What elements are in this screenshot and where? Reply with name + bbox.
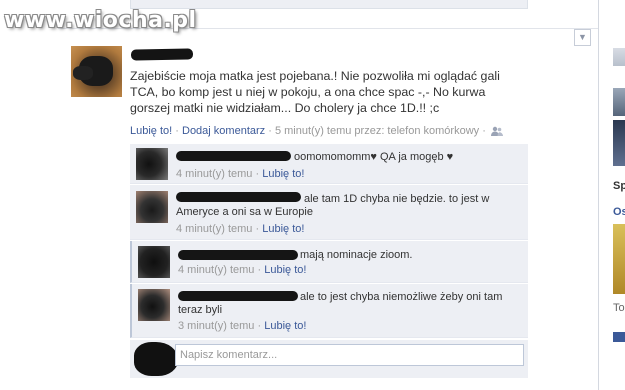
redacted-author-name[interactable] — [130, 48, 194, 61]
people-icon[interactable] — [490, 126, 503, 139]
right-sidebar: Sp Os To — [598, 0, 625, 390]
sidebar-label[interactable]: Sp — [613, 180, 625, 192]
separator: · — [268, 125, 272, 137]
avatar[interactable] — [138, 289, 170, 321]
avatar[interactable] — [136, 191, 168, 223]
list-item: mają nominacje zioom. 4 minut(y) temu · … — [130, 241, 528, 283]
sidebar-thumbnail[interactable] — [613, 120, 625, 166]
comment-like-link[interactable]: Lubię to! — [264, 320, 306, 332]
comment-input[interactable] — [175, 344, 524, 366]
post-timestamp[interactable]: 5 minut(y) temu przez: telefon komórkowy — [275, 125, 479, 137]
separator: · — [255, 223, 260, 235]
post-text: Zajebiście moja matka jest pojebana.! Ni… — [130, 69, 500, 115]
sidebar-thumbnail[interactable] — [613, 224, 625, 294]
separator: · — [255, 168, 260, 180]
avatar — [134, 342, 178, 376]
post-meta: Lubię to! · Dodaj komentarz · 5 minut(y)… — [130, 125, 503, 139]
comment-text: oomomomomm♥ QA ja mogęb ♥ — [294, 151, 454, 163]
comment-meta: 3 minut(y) temu · Lubię to! — [178, 320, 306, 332]
avatar[interactable] — [138, 246, 170, 278]
separator: · — [257, 320, 262, 332]
sidebar-marker — [613, 332, 625, 342]
separator: · — [257, 264, 262, 276]
watermark: www.wiocha.pl — [4, 8, 197, 33]
sidebar-thumbnail[interactable] — [613, 88, 625, 116]
comment-timestamp[interactable]: 3 minut(y) temu — [178, 320, 254, 332]
chevron-down-icon[interactable]: ▼ — [574, 29, 591, 46]
separator: · — [482, 125, 486, 137]
comment-like-link[interactable]: Lubię to! — [264, 264, 306, 276]
comment-meta: 4 minut(y) temu · Lubię to! — [176, 168, 304, 180]
avatar[interactable] — [71, 46, 122, 97]
list-item: ale tam 1D chyba nie będzie. to jest w A… — [130, 185, 528, 240]
comment-like-link[interactable]: Lubię to! — [262, 223, 304, 235]
comment-timestamp[interactable]: 4 minut(y) temu — [178, 264, 254, 276]
sidebar-label[interactable]: Os — [613, 206, 625, 218]
comment-text: mają nominacje zioom. — [300, 249, 413, 261]
comment-timestamp[interactable]: 4 minut(y) temu — [176, 223, 252, 235]
add-comment-link[interactable]: Dodaj komentarz — [182, 125, 265, 137]
separator: · — [175, 125, 179, 137]
list-item: oomomomomm♥ QA ja mogęb ♥ 4 minut(y) tem… — [130, 144, 528, 184]
comment-like-link[interactable]: Lubię to! — [262, 168, 304, 180]
sidebar-thumbnail[interactable] — [613, 48, 625, 66]
comment-meta: 4 minut(y) temu · Lubię to! — [176, 223, 304, 235]
write-comment-row — [130, 340, 528, 378]
comment-text: ale tam 1D chyba nie będzie. to jest w A… — [176, 193, 490, 218]
list-item: ale to jest chyba niemożliwe żeby oni ta… — [130, 284, 528, 338]
avatar[interactable] — [136, 148, 168, 180]
comment-timestamp[interactable]: 4 minut(y) temu — [176, 168, 252, 180]
sidebar-label[interactable]: To — [613, 302, 625, 314]
like-link[interactable]: Lubię to! — [130, 125, 172, 137]
comment-meta: 4 minut(y) temu · Lubię to! — [178, 264, 306, 276]
comment-text: ale to jest chyba niemożliwe żeby oni ta… — [178, 291, 503, 316]
